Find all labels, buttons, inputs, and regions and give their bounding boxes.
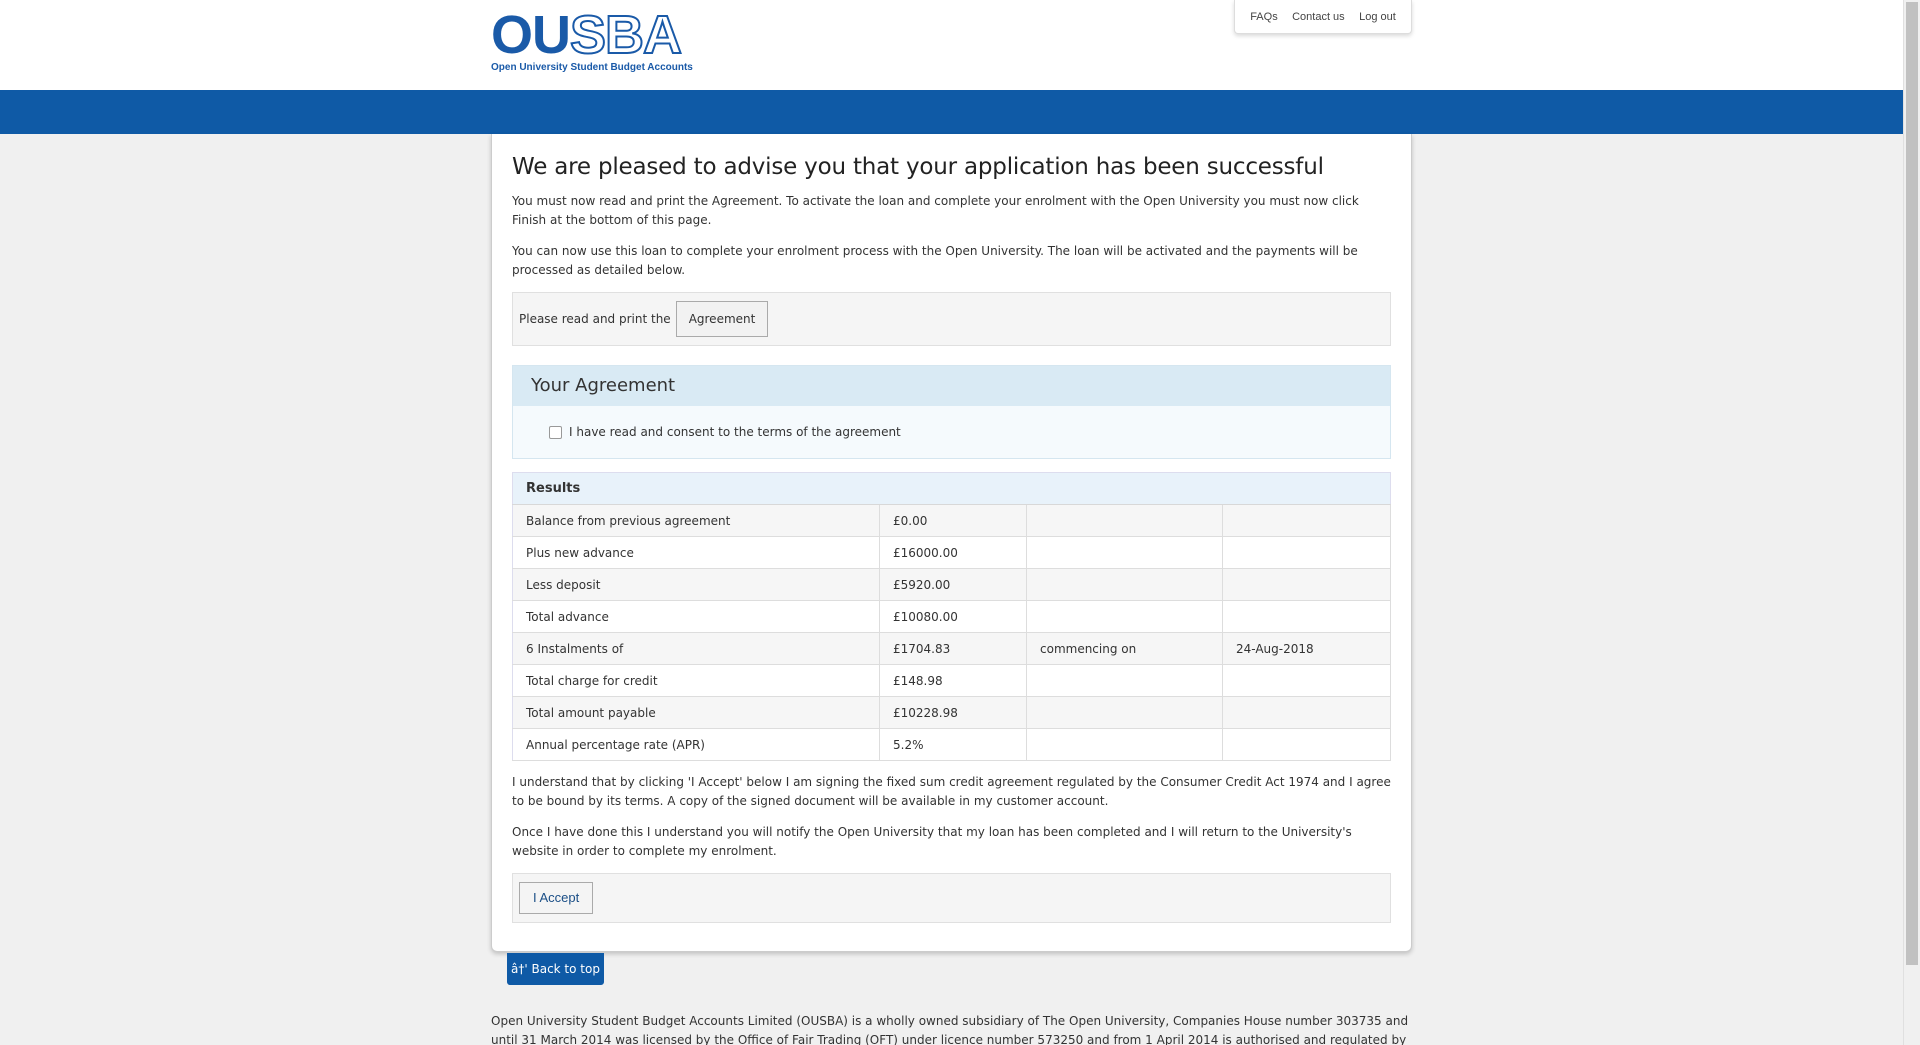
contact-us-link[interactable]: Contact us — [1292, 11, 1345, 23]
table-row: Plus new advance £16000.00 — [512, 536, 1391, 569]
agreement-button[interactable]: Agreement — [675, 301, 769, 337]
row-extra-value: 24-Aug-2018 — [1222, 632, 1391, 665]
row-value: £10228.98 — [879, 696, 1027, 729]
row-value: £1704.83 — [879, 632, 1027, 665]
print-label: Please read and print the — [519, 312, 671, 326]
table-row: Total amount payable £10228.98 — [512, 696, 1391, 729]
agreement-panel: Your Agreement I have read and consent t… — [512, 365, 1391, 459]
row-extra-label — [1026, 536, 1223, 569]
footer-legal-text: Open University Student Budget Accounts … — [491, 1014, 1409, 1045]
row-extra-value — [1222, 600, 1391, 633]
row-label: Total amount payable — [512, 696, 880, 729]
consent-statement: I understand that by clicking 'I Accept'… — [512, 775, 1391, 808]
row-label: Annual percentage rate (APR) — [512, 728, 880, 761]
row-label: Total charge for credit — [512, 664, 880, 697]
consent-row: I have read and consent to the terms of … — [513, 406, 1390, 458]
row-extra-label — [1026, 568, 1223, 601]
accept-well: I Accept — [512, 873, 1391, 923]
log-out-link[interactable]: Log out — [1359, 11, 1396, 23]
scrollbar-thumb[interactable] — [1906, 2, 1918, 965]
row-extra-label — [1026, 664, 1223, 697]
print-agreement-well: Please read and print the Agreement — [512, 292, 1391, 346]
back-to-top-button[interactable]: â†' Back to top — [507, 953, 604, 985]
info-paragraph: You can now use this loan to complete yo… — [512, 244, 1358, 277]
row-extra-label — [1026, 728, 1223, 761]
row-value: £5920.00 — [879, 568, 1027, 601]
agreement-panel-title: Your Agreement — [513, 366, 1390, 406]
row-extra-label — [1026, 504, 1223, 537]
row-value: £16000.00 — [879, 536, 1027, 569]
instructions-paragraph: You must now read and print the Agreemen… — [512, 194, 1359, 227]
row-value: £148.98 — [879, 664, 1027, 697]
results-header: Results — [512, 472, 1391, 505]
row-label: Plus new advance — [512, 536, 880, 569]
row-label: 6 Instalments of — [512, 632, 880, 665]
row-label: Balance from previous agreement — [512, 504, 880, 537]
table-row: Annual percentage rate (APR) 5.2% — [512, 728, 1391, 761]
i-accept-button[interactable]: I Accept — [519, 882, 594, 914]
table-row: Total advance £10080.00 — [512, 600, 1391, 633]
row-extra-label — [1026, 696, 1223, 729]
page-title: We are pleased to advise you that your a… — [512, 154, 1324, 180]
table-row: Less deposit £5920.00 — [512, 568, 1391, 601]
row-extra-value — [1222, 504, 1391, 537]
logo-subtitle: Open University Student Budget Accounts — [491, 62, 693, 73]
consent-checkbox[interactable] — [549, 425, 562, 439]
row-extra-label: commencing on — [1026, 632, 1223, 665]
consent-label[interactable]: I have read and consent to the terms of … — [569, 425, 901, 439]
table-row: 6 Instalments of £1704.83 commencing on … — [512, 632, 1391, 665]
header-blue-bar — [0, 90, 1903, 134]
top-nav: FAQs Contact us Log out — [1234, 0, 1412, 34]
row-extra-value — [1222, 664, 1391, 697]
row-label: Less deposit — [512, 568, 880, 601]
table-row: Balance from previous agreement £0.00 — [512, 504, 1391, 537]
row-label: Total advance — [512, 600, 880, 633]
row-value: £10080.00 — [879, 600, 1027, 633]
row-value: £0.00 — [879, 504, 1027, 537]
logo-wordmark: OUSBA — [491, 5, 683, 65]
row-extra-value — [1222, 536, 1391, 569]
notification-statement: Once I have done this I understand you w… — [512, 825, 1352, 858]
table-row: Total charge for credit £148.98 — [512, 664, 1391, 697]
row-value: 5.2% — [879, 728, 1027, 761]
row-extra-value — [1222, 696, 1391, 729]
ousba-logo[interactable]: OUSBA Open University Student Budget Acc… — [491, 5, 693, 73]
site-header: OUSBA Open University Student Budget Acc… — [0, 0, 1903, 90]
main-card: We are pleased to advise you that your a… — [491, 134, 1412, 952]
row-extra-label — [1026, 600, 1223, 633]
row-extra-value — [1222, 728, 1391, 761]
faqs-link[interactable]: FAQs — [1250, 11, 1278, 23]
page-scrollbar[interactable] — [1903, 0, 1920, 1045]
results-table: Results Balance from previous agreement … — [512, 472, 1391, 761]
row-extra-value — [1222, 568, 1391, 601]
